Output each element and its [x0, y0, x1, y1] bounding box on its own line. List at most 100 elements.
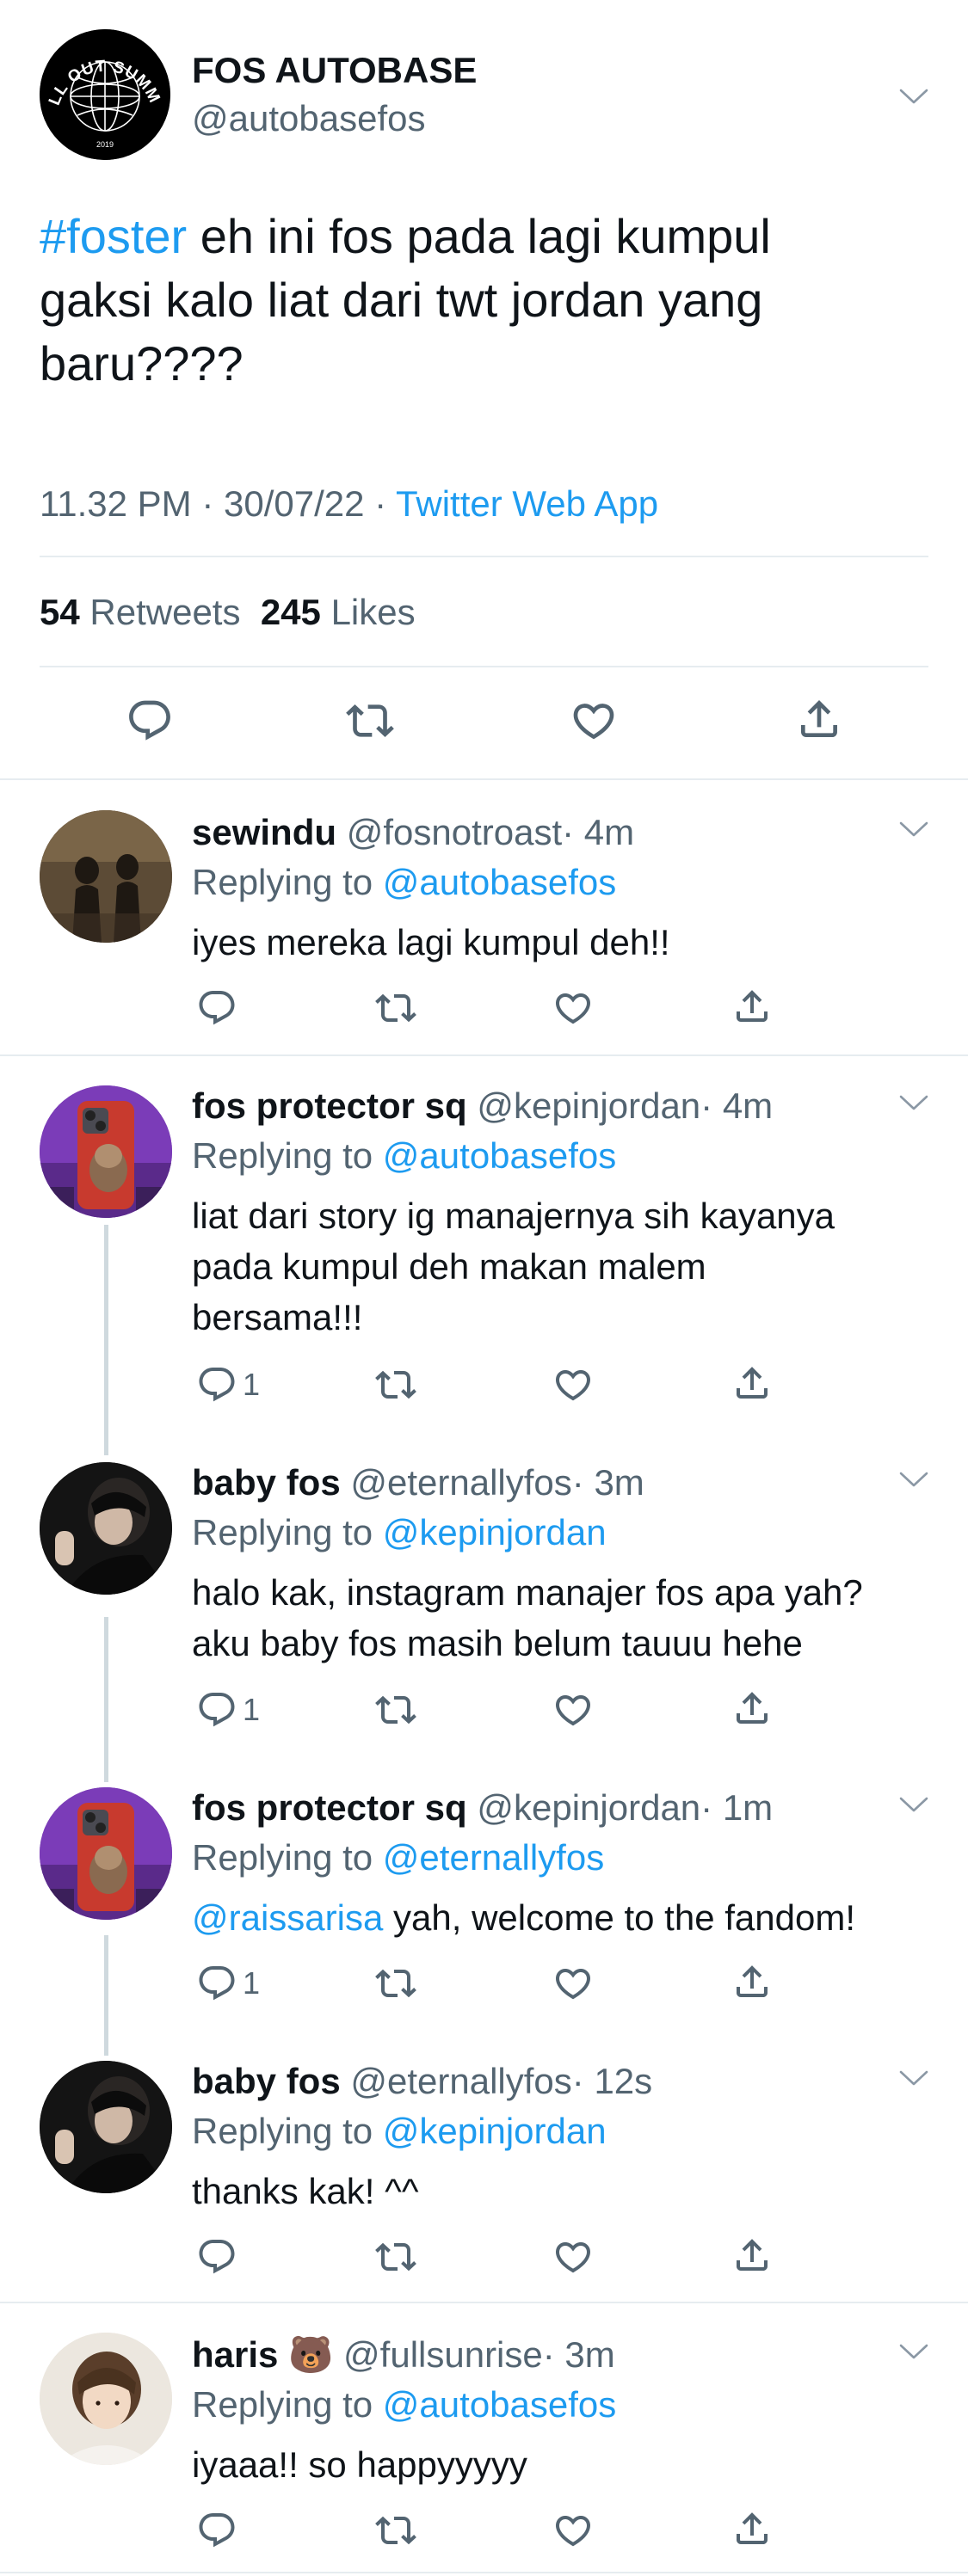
handle[interactable]: @kepinjordan [477, 1787, 700, 1828]
chevron-down-icon[interactable] [899, 821, 928, 838]
share-button[interactable] [731, 2508, 773, 2549]
reply-button[interactable]: 1 [196, 1364, 260, 1405]
avatar-photo [40, 1462, 172, 1595]
reply-time[interactable]: · 3m [572, 1462, 644, 1503]
reply-button[interactable] [126, 697, 174, 745]
chevron-down-icon[interactable] [899, 1471, 928, 1488]
display-name[interactable]: sewindu [192, 812, 336, 852]
chevron-down-icon[interactable] [899, 88, 928, 105]
reply-time[interactable]: · 1m [700, 1787, 773, 1828]
divider [0, 2572, 968, 2573]
reply-button[interactable]: 1 [196, 1963, 260, 2004]
retweet-icon [346, 697, 394, 745]
display-name[interactable]: fos protector sq [192, 1085, 467, 1126]
mention-link[interactable]: @raissarisa [192, 1897, 383, 1938]
reply-button[interactable]: 1 [196, 1689, 260, 1731]
retweet-icon [375, 987, 416, 1029]
timestamp[interactable]: 11.32 PM · 30/07/22 · [40, 483, 396, 524]
replying-to: Replying to @autobasefos [192, 2384, 616, 2425]
share-icon [795, 695, 843, 743]
thread-line [104, 1935, 108, 2056]
share-icon [731, 2508, 773, 2549]
like-button[interactable] [552, 987, 594, 1029]
reply-header: sewindu @fosnotroast· 4m [192, 812, 634, 853]
chevron-down-icon[interactable] [899, 2069, 928, 2087]
retweet-button[interactable] [375, 2236, 416, 2278]
replying-to-label: Replying to [192, 862, 383, 902]
display-name[interactable]: baby fos [192, 2061, 341, 2101]
share-button[interactable] [795, 695, 843, 743]
divider [0, 2302, 968, 2303]
avatar[interactable] [40, 2061, 172, 2193]
like-button[interactable] [552, 1963, 594, 2004]
display-name[interactable]: haris [192, 2334, 278, 2375]
reply-time[interactable]: · 3m [543, 2334, 615, 2375]
mention-link[interactable]: @kepinjordan [383, 2111, 607, 2151]
handle[interactable]: @fullsunrise [343, 2334, 543, 2375]
avatar[interactable]: FALL OUT SUMMER 2019 [40, 29, 170, 160]
like-button[interactable] [570, 697, 618, 745]
retweet-button[interactable] [346, 697, 394, 745]
like-button[interactable] [552, 1689, 594, 1731]
source-link[interactable]: Twitter Web App [396, 483, 658, 524]
like-button[interactable] [552, 1364, 594, 1405]
reply-time[interactable]: · 4m [562, 812, 634, 852]
mention-link[interactable]: @autobasefos [383, 2384, 616, 2425]
share-button[interactable] [731, 986, 773, 1027]
like-icon [552, 1963, 594, 2004]
avatar[interactable] [40, 2333, 172, 2465]
likes-stat[interactable]: 245 Likes [261, 592, 416, 632]
chevron-down-icon[interactable] [899, 1094, 928, 1111]
retweet-icon [375, 1364, 416, 1405]
mention-link[interactable]: @eternallyfos [383, 1837, 604, 1878]
display-name[interactable]: fos protector sq [192, 1787, 467, 1828]
handle[interactable]: @kepinjordan [477, 1085, 700, 1126]
replying-to: Replying to @autobasefos [192, 1135, 616, 1177]
chevron-down-icon[interactable] [899, 1796, 928, 1813]
avatar[interactable] [40, 810, 172, 943]
reply-button[interactable] [196, 2236, 243, 2278]
handle[interactable]: @autobasefos [192, 98, 425, 139]
retweet-button[interactable] [375, 2510, 416, 2551]
share-icon [731, 2235, 773, 2276]
avatar[interactable] [40, 1085, 172, 1218]
share-button[interactable] [731, 2235, 773, 2276]
mention-link[interactable]: @autobasefos [383, 1135, 616, 1176]
retweet-button[interactable] [375, 987, 416, 1029]
likes-count: 245 [260, 592, 321, 632]
share-button[interactable] [731, 1688, 773, 1729]
avatar[interactable] [40, 1787, 172, 1920]
reply-button[interactable] [196, 987, 243, 1029]
retweet-icon [375, 2236, 416, 2278]
reply-text: iyes mereka lagi kumpul deh!! [192, 917, 670, 968]
chevron-down-icon[interactable] [899, 2343, 928, 2360]
like-button[interactable] [552, 2510, 594, 2551]
handle[interactable]: @eternallyfos [350, 1462, 571, 1503]
tweet-text-line: baru???? [40, 336, 244, 390]
hashtag-link[interactable]: #foster [40, 209, 187, 263]
tweet-text-line: eh ini fos pada lagi kumpul [187, 209, 771, 263]
mention-link[interactable]: @autobasefos [383, 862, 616, 902]
reply-header: haris 🐻 @fullsunrise· 3m [192, 2334, 615, 2376]
retweets-stat[interactable]: 54 Retweets [40, 592, 240, 632]
like-button[interactable] [552, 2236, 594, 2278]
avatar[interactable] [40, 1462, 172, 1595]
mention-link[interactable]: @kepinjordan [383, 1512, 607, 1552]
display-name[interactable]: baby fos [192, 1462, 341, 1503]
handle[interactable]: @eternallyfos [350, 2061, 571, 2101]
divider [0, 778, 968, 780]
reply-button[interactable] [196, 2510, 243, 2551]
display-name[interactable]: FOS AUTOBASE [192, 50, 477, 91]
handle[interactable]: @fosnotroast [347, 812, 562, 852]
like-icon [570, 697, 618, 745]
share-button[interactable] [731, 1362, 773, 1404]
reply-text-line: halo kak, instagram manajer fos apa yah? [192, 1572, 863, 1613]
retweet-button[interactable] [375, 1364, 416, 1405]
reply-icon [196, 1963, 237, 2004]
share-button[interactable] [731, 1961, 773, 2002]
reply-time[interactable]: · 4m [700, 1085, 773, 1126]
retweet-button[interactable] [375, 1689, 416, 1731]
reply-time[interactable]: · 12s [572, 2061, 652, 2101]
tweet-meta: 11.32 PM · 30/07/22 · Twitter Web App [40, 483, 658, 525]
retweet-button[interactable] [375, 1963, 416, 2004]
